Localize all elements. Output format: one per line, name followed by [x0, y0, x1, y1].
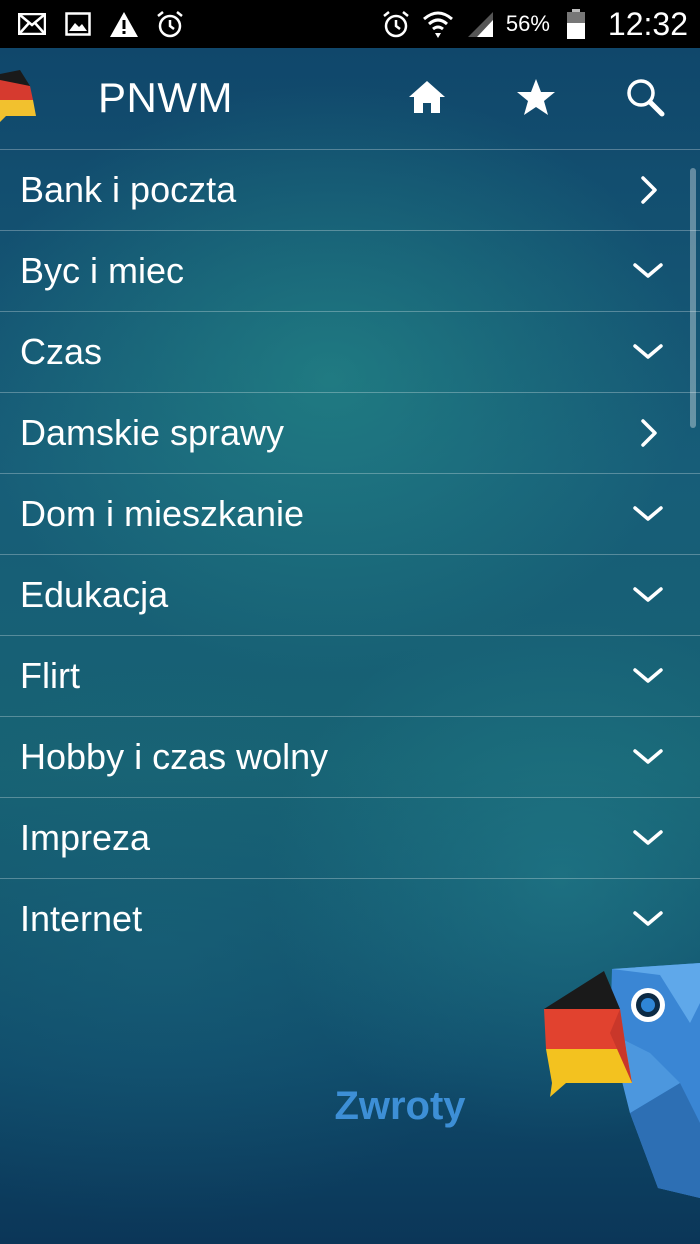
chevron-down-icon	[633, 587, 663, 602]
category-label: Flirt	[20, 655, 80, 696]
chevron-down-icon	[633, 344, 663, 359]
clock: 12:32	[607, 5, 688, 42]
favorites-button[interactable]	[513, 74, 559, 120]
chevron-down-icon	[633, 911, 663, 926]
category-item-hobby-i-czas-wolny[interactable]: Hobby i czas wolny	[0, 716, 700, 797]
alarm-icon	[154, 8, 186, 40]
category-item-byc-i-miec[interactable]: Byc i miec	[0, 230, 700, 311]
category-label: Damskie sprawy	[20, 412, 285, 453]
wifi-icon	[422, 8, 454, 40]
image-icon	[62, 8, 94, 40]
chevron-down-icon	[633, 263, 663, 278]
status-bar: 56% 12:32	[0, 0, 700, 48]
category-label: Impreza	[20, 817, 151, 858]
app-screen: PNWM Bank i poczta Byc i miec Czas Damsk…	[0, 48, 700, 1244]
category-item-edukacja[interactable]: Edukacja	[0, 554, 700, 635]
category-label: Internet	[20, 898, 143, 939]
search-button[interactable]	[622, 74, 668, 120]
signal-icon	[464, 8, 496, 40]
chevron-down-icon	[633, 506, 663, 521]
brand-label: Zwroty	[334, 1084, 466, 1128]
category-item-flirt[interactable]: Flirt	[0, 635, 700, 716]
search-icon	[627, 79, 665, 117]
chevron-down-icon	[633, 749, 663, 764]
app-bar: PNWM	[0, 48, 700, 150]
alarm-icon	[380, 8, 412, 40]
home-icon	[409, 81, 445, 113]
warning-icon	[108, 8, 140, 40]
category-item-internet[interactable]: Internet	[0, 878, 700, 959]
category-label: Czas	[20, 331, 103, 372]
mascot-bird-logo-icon	[544, 963, 700, 1198]
scrollbar[interactable]	[690, 168, 696, 428]
app-logo-icon[interactable]	[0, 66, 40, 126]
category-item-impreza[interactable]: Impreza	[0, 797, 700, 878]
battery-percent: 56%	[505, 11, 550, 36]
category-label: Hobby i czas wolny	[20, 736, 329, 777]
app-title: PNWM	[98, 74, 233, 121]
category-item-damskie-sprawy[interactable]: Damskie sprawy	[0, 392, 700, 473]
category-item-czas[interactable]: Czas	[0, 311, 700, 392]
category-list: Bank i poczta Byc i miec Czas Damskie sp…	[0, 149, 700, 959]
mail-icon	[16, 8, 48, 40]
category-label: Edukacja	[20, 574, 169, 615]
battery-icon	[560, 8, 592, 40]
category-label: Byc i miec	[20, 250, 185, 291]
category-label: Bank i poczta	[20, 169, 237, 210]
chevron-right-icon	[641, 176, 657, 204]
chevron-right-icon	[641, 419, 657, 447]
star-icon	[517, 79, 555, 115]
chevron-down-icon	[633, 668, 663, 683]
category-item-bank-i-poczta[interactable]: Bank i poczta	[0, 149, 700, 230]
category-item-dom-i-mieszkanie[interactable]: Dom i mieszkanie	[0, 473, 700, 554]
category-label: Dom i mieszkanie	[20, 493, 305, 534]
home-button[interactable]	[404, 74, 450, 120]
chevron-down-icon	[633, 830, 663, 845]
